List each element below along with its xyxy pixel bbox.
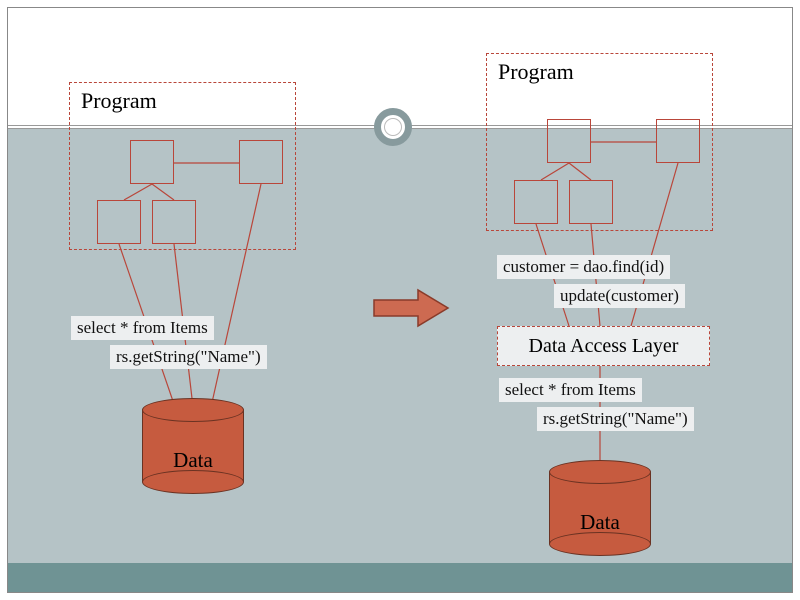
data-label-left: Data bbox=[142, 448, 244, 473]
module-box bbox=[547, 119, 591, 163]
module-box bbox=[97, 200, 141, 244]
module-box bbox=[656, 119, 700, 163]
dao-find-label: customer = dao.find(id) bbox=[497, 255, 670, 279]
module-box bbox=[152, 200, 196, 244]
data-label-right: Data bbox=[549, 510, 651, 535]
module-box bbox=[514, 180, 558, 224]
module-box bbox=[569, 180, 613, 224]
resultset-label-right: rs.getString("Name") bbox=[537, 407, 694, 431]
transition-arrow-icon bbox=[370, 286, 454, 330]
dao-update-label: update(customer) bbox=[554, 284, 685, 308]
dal-label: Data Access Layer bbox=[529, 335, 679, 357]
resultset-label-left: rs.getString("Name") bbox=[110, 345, 267, 369]
bg-footer-strip bbox=[8, 563, 792, 592]
database-cylinder-right: Data bbox=[549, 460, 651, 556]
database-cylinder-left: Data bbox=[142, 398, 244, 494]
program-title-left: Program bbox=[81, 88, 157, 114]
data-access-layer-box: Data Access Layer bbox=[497, 326, 710, 366]
module-box bbox=[239, 140, 283, 184]
sql-label-left: select * from Items bbox=[71, 316, 214, 340]
binder-ring-icon bbox=[374, 108, 412, 146]
sql-label-right: select * from Items bbox=[499, 378, 642, 402]
module-box bbox=[130, 140, 174, 184]
program-title-right: Program bbox=[498, 59, 574, 85]
